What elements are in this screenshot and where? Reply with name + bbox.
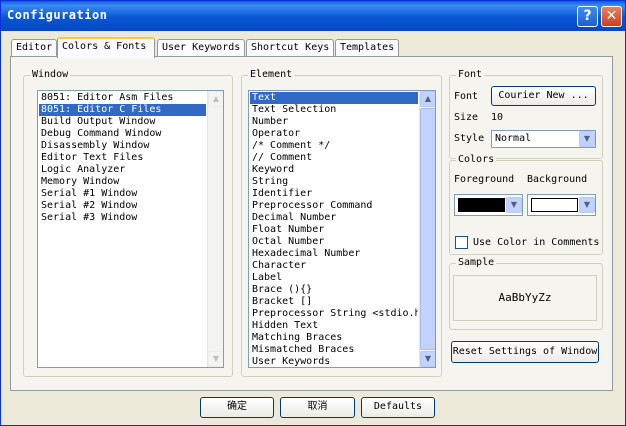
font-group: Font Font Courier New ... Size 10 Style … <box>449 69 603 159</box>
size-value: 10 <box>491 112 504 123</box>
font-chooser-button[interactable]: Courier New ... <box>491 86 596 106</box>
chevron-down-icon[interactable]: ▼ <box>579 197 595 213</box>
element-group-legend: Element <box>248 69 295 80</box>
scroll-thumb[interactable] <box>420 108 435 350</box>
colors-group: Colors Foreground Background ▼ ▼ Use Col… <box>449 154 603 255</box>
list-item[interactable]: Hidden Text <box>250 320 418 332</box>
list-item[interactable]: 8051: Editor Asm Files <box>39 92 206 104</box>
background-swatch <box>531 198 578 212</box>
window-group-legend: Window <box>30 69 71 80</box>
configuration-dialog: Configuration ? ✕ Editor Colors & Fonts … <box>0 0 626 426</box>
list-item[interactable]: /* Comment */ <box>250 140 418 152</box>
list-item[interactable]: Character <box>250 260 418 272</box>
window-listbox[interactable]: 8051: Editor Asm Files 8051: Editor C Fil… <box>37 90 224 368</box>
window-group: Window 8051: Editor Asm Files 8051: Edito… <box>23 69 233 377</box>
chevron-down-icon[interactable]: ▼ <box>506 197 522 213</box>
list-item[interactable]: // Comment <box>250 152 418 164</box>
element-listbox[interactable]: Text Text Selection Number Operator/* Comme… <box>248 90 436 368</box>
list-item[interactable]: Serial #3 Window <box>39 212 206 224</box>
list-item[interactable]: Label <box>250 272 418 284</box>
use-color-label: Use Color in Comments <box>473 237 599 248</box>
cancel-button[interactable]: 取消 <box>280 397 355 418</box>
list-item[interactable]: Operator <box>250 128 418 140</box>
list-item[interactable]: Octal Number <box>250 236 418 248</box>
title-bar[interactable]: Configuration ? ✕ <box>1 1 625 31</box>
list-item[interactable]: Serial #1 Window <box>39 188 206 200</box>
list-item[interactable]: Bracket [] <box>250 296 418 308</box>
list-item[interactable]: Text Selection <box>250 104 418 116</box>
close-icon[interactable]: ✕ <box>601 6 622 27</box>
tab-colors-fonts[interactable]: Colors & Fonts <box>57 37 155 58</box>
reset-settings-button[interactable]: Reset Settings of Window <box>451 341 599 363</box>
list-item[interactable]: Brace (){} <box>250 284 418 296</box>
ok-button[interactable]: 确定 <box>200 397 274 418</box>
list-item[interactable]: Number <box>250 116 418 128</box>
size-label: Size <box>454 112 479 123</box>
list-item[interactable]: Memory Window <box>39 176 206 188</box>
list-item[interactable]: Matching Braces <box>250 332 418 344</box>
use-color-checkbox[interactable] <box>455 236 468 249</box>
font-label: Font <box>454 91 479 102</box>
window-list-scrollbar[interactable]: ▲ ▼ <box>207 91 223 367</box>
foreground-color-picker[interactable]: ▼ <box>454 194 523 216</box>
list-item[interactable]: Decimal Number <box>250 212 418 224</box>
sample-group-legend: Sample <box>456 257 497 268</box>
list-item[interactable]: Preprocessor Command <box>250 200 418 212</box>
scroll-down-icon[interactable]: ▼ <box>420 351 435 367</box>
background-label: Background <box>527 174 588 185</box>
list-item[interactable]: Float Number <box>250 224 418 236</box>
list-item[interactable]: User Keywords <box>250 356 418 367</box>
style-value: Normal <box>495 133 532 144</box>
scroll-up-icon[interactable]: ▲ <box>208 91 223 107</box>
element-list-scrollbar[interactable]: ▲ ▼ <box>419 91 435 367</box>
chevron-down-icon[interactable]: ▼ <box>579 131 595 147</box>
style-dropdown[interactable]: Normal ▼ <box>491 130 596 148</box>
foreground-label: Foreground <box>454 174 514 185</box>
scroll-up-icon[interactable]: ▲ <box>420 91 435 107</box>
sample-text: AaBbYyZz <box>498 291 552 304</box>
sample-preview: AaBbYyZz <box>453 275 597 321</box>
tab-user-keywords[interactable]: User Keywords <box>157 39 245 57</box>
list-item[interactable]: Text <box>250 92 418 104</box>
tab-editor[interactable]: Editor <box>11 39 57 57</box>
foreground-swatch <box>458 198 505 212</box>
colors-fonts-panel: Window 8051: Editor Asm Files 8051: Edito… <box>10 56 613 391</box>
list-item[interactable]: 8051: Editor C Files <box>39 104 206 116</box>
list-item[interactable]: Disassembly Window <box>39 140 206 152</box>
style-label: Style <box>454 133 485 144</box>
tab-shortcut-keys[interactable]: Shortcut Keys <box>246 39 334 57</box>
list-item[interactable]: Debug Command Window <box>39 128 206 140</box>
list-item[interactable]: String <box>250 176 418 188</box>
tab-templates[interactable]: Templates <box>335 39 399 57</box>
list-item[interactable]: Build Output Window <box>39 116 206 128</box>
background-color-picker[interactable]: ▼ <box>527 194 596 216</box>
element-group: Element Text Text Selection Number Operator… <box>241 69 442 377</box>
window-title: Configuration <box>7 8 108 22</box>
scroll-down-icon[interactable]: ▼ <box>208 351 223 367</box>
list-item[interactable]: Hexadecimal Number <box>250 248 418 260</box>
list-item[interactable]: Identifier <box>250 188 418 200</box>
list-item[interactable]: Mismatched Braces <box>250 344 418 356</box>
sample-group: Sample AaBbYyZz <box>449 257 603 330</box>
list-item[interactable]: Editor Text Files <box>39 152 206 164</box>
font-group-legend: Font <box>456 69 485 80</box>
list-item[interactable]: Serial #2 Window <box>39 200 206 212</box>
list-item[interactable]: Logic Analyzer <box>39 164 206 176</box>
list-item[interactable]: Keyword <box>250 164 418 176</box>
defaults-button[interactable]: Defaults <box>361 397 435 418</box>
colors-group-legend: Colors <box>456 154 497 165</box>
list-item[interactable]: Preprocessor String <stdio.h <box>250 308 418 320</box>
help-icon[interactable]: ? <box>577 6 598 27</box>
